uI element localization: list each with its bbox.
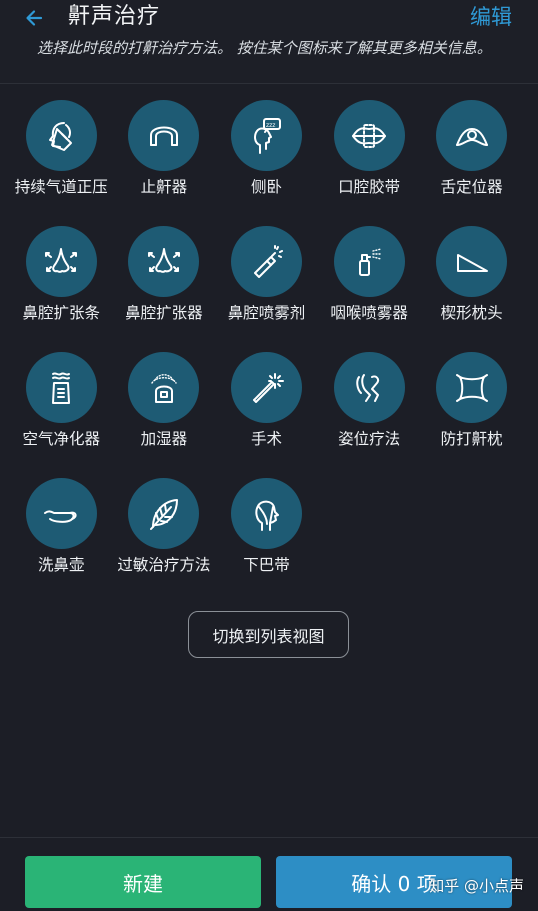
- remedy-nasal-spray[interactable]: 鼻腔喷雾剂: [215, 220, 318, 346]
- remedy-label: 下巴带: [243, 556, 290, 574]
- remedy-humidifier[interactable]: 加湿器: [113, 346, 216, 472]
- remedy-label: 楔形枕头: [440, 304, 503, 322]
- remedy-anti-snore-pillow[interactable]: 防打鼾枕: [420, 346, 523, 472]
- snore-remedies-screen: 鼾声治疗 编辑 选择此时段的打鼾治疗方法。 按住某个图标来了解其更多相关信息。 …: [0, 0, 538, 911]
- wedge-pillow-icon: [436, 226, 508, 297]
- new-button[interactable]: 新建: [25, 856, 261, 908]
- footer-bar: 新建 确认 0 项: [0, 837, 538, 911]
- remedy-label: 口腔胶带: [338, 178, 401, 196]
- remedy-label: 洗鼻壶: [38, 556, 85, 574]
- remedy-positional-therapy[interactable]: 姿位疗法: [318, 346, 421, 472]
- remedy-neti-pot[interactable]: 洗鼻壶: [10, 472, 113, 598]
- cpap-mask-icon: [25, 100, 97, 171]
- remedy-grid: 持续气道正压 止鼾器 zzz 侧卧 口腔胶带 舌定位器 鼻腔扩张条 鼻腔扩张器 …: [10, 94, 530, 598]
- remedy-air-purifier[interactable]: 空气净化器: [10, 346, 113, 472]
- remedy-tongue-retainer[interactable]: 舌定位器: [420, 94, 523, 220]
- svg-text:zzz: zzz: [266, 122, 275, 129]
- remedy-label: 加湿器: [140, 430, 188, 448]
- chin-strap-icon: [230, 478, 302, 549]
- switch-to-list-view-button[interactable]: 切换到列表视图: [188, 611, 349, 658]
- remedy-label: 鼻腔扩张条: [22, 304, 101, 322]
- remedy-cpap[interactable]: 持续气道正压: [10, 94, 113, 220]
- back-arrow-icon: [26, 10, 43, 26]
- mouthguard-icon: [128, 100, 200, 171]
- remedy-label: 鼻腔扩张器: [125, 304, 203, 322]
- remedy-label: 止鼾器: [140, 178, 188, 196]
- remedy-label: 过敏治疗方法: [117, 556, 211, 574]
- remedy-throat-spray[interactable]: 咽喉喷雾器: [318, 220, 421, 346]
- remedy-row: 鼻腔扩张条 鼻腔扩张器 鼻腔喷雾剂 咽喉喷雾器 楔形枕头: [10, 220, 530, 346]
- nasal-spray-icon: [230, 226, 302, 297]
- remedy-row: 持续气道正压 止鼾器 zzz 侧卧 口腔胶带 舌定位器: [10, 94, 530, 220]
- throat-spray-icon: [333, 226, 405, 297]
- neti-pot-icon: [25, 478, 97, 549]
- remedy-row: 洗鼻壶 过敏治疗方法 下巴带: [10, 472, 530, 598]
- positional-therapy-icon: [333, 352, 405, 423]
- nasal-strip-icon: [25, 226, 97, 297]
- remedy-label: 鼻腔喷雾剂: [227, 304, 306, 322]
- remedy-chin-strap[interactable]: 下巴带: [215, 472, 318, 598]
- remedy-label: 咽喉喷雾器: [330, 304, 408, 322]
- page-title: 鼾声治疗: [68, 4, 161, 29]
- instruction-text: 选择此时段的打鼾治疗方法。 按住某个图标来了解其更多相关信息。: [37, 39, 492, 57]
- remedy-label: 持续气道正压: [14, 178, 108, 196]
- mouth-tape-icon: [333, 100, 405, 171]
- remedy-label: 防打鼾枕: [440, 430, 503, 448]
- remedy-wedge-pillow[interactable]: 楔形枕头: [420, 220, 523, 346]
- remedy-label: 姿位疗法: [338, 430, 401, 448]
- allergy-leaf-icon: [128, 478, 200, 549]
- remedy-allergy[interactable]: 过敏治疗方法: [113, 472, 216, 598]
- remedy-label: 侧卧: [250, 178, 282, 196]
- surgery-wand-icon: [230, 352, 302, 423]
- humidifier-icon: [128, 352, 200, 423]
- air-purifier-icon: [25, 352, 97, 423]
- back-button[interactable]: [20, 4, 48, 32]
- remedy-row: 空气净化器 加湿器 手术 姿位疗法 防打鼾枕: [10, 346, 530, 472]
- edit-button[interactable]: 编辑: [470, 2, 512, 32]
- header: 鼾声治疗 编辑 选择此时段的打鼾治疗方法。 按住某个图标来了解其更多相关信息。: [0, 0, 538, 84]
- remedy-mouth-tape[interactable]: 口腔胶带: [318, 94, 421, 220]
- nasal-dilator-icon: [128, 226, 200, 297]
- confirm-button[interactable]: 确认 0 项: [276, 856, 512, 908]
- remedy-label: 舌定位器: [440, 178, 503, 196]
- remedy-label: 空气净化器: [22, 430, 101, 448]
- anti-snore-pillow-icon: [436, 352, 508, 423]
- remedy-mouthguard[interactable]: 止鼾器: [113, 94, 216, 220]
- side-sleep-icon: zzz: [230, 100, 302, 171]
- remedy-side-sleep[interactable]: zzz 侧卧: [215, 94, 318, 220]
- remedy-nasal-dilator[interactable]: 鼻腔扩张器: [113, 220, 216, 346]
- remedy-label: 手术: [250, 430, 282, 448]
- tongue-retainer-icon: [436, 100, 508, 171]
- remedy-nasal-strip[interactable]: 鼻腔扩张条: [10, 220, 113, 346]
- remedy-surgery[interactable]: 手术: [215, 346, 318, 472]
